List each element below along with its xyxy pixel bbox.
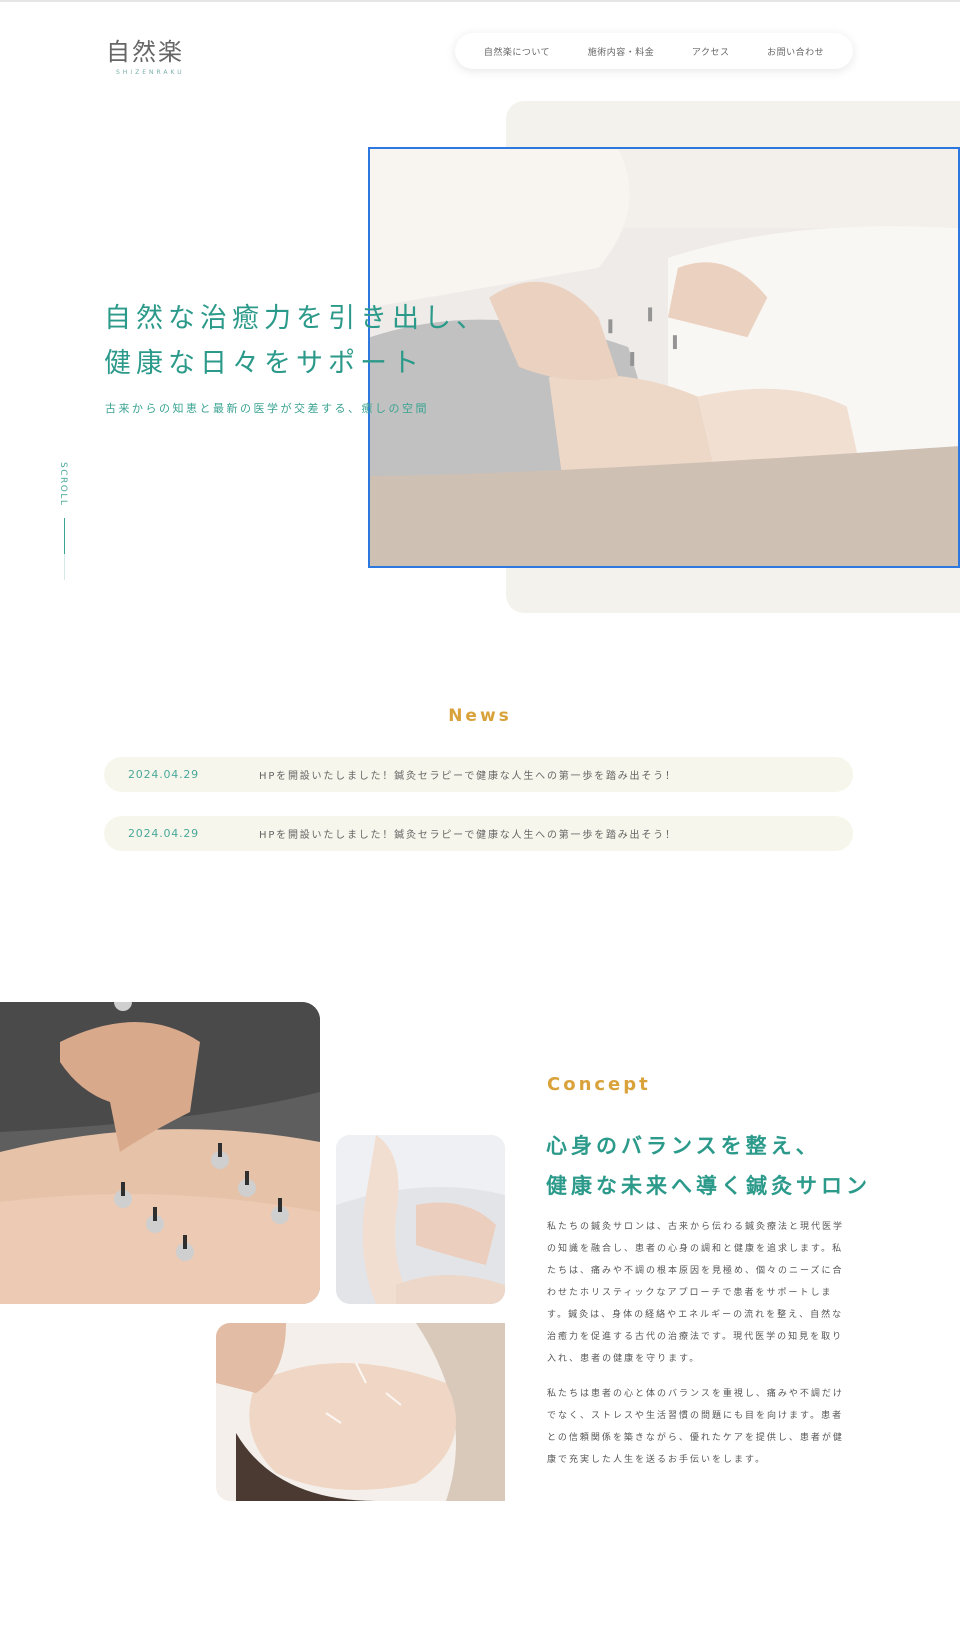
news-item[interactable]: 2024.04.29 HPを開設いたしました！鍼灸セラピーで健康な人生への第一歩…: [104, 816, 853, 851]
concept-paragraph-2: 私たちは患者の心と体のバランスを重視し、痛みや不調だけでなく、ストレスや生活習慣…: [547, 1389, 844, 1465]
concept-image-foot-acupuncture: [336, 1135, 505, 1304]
nav-item-treatment-price[interactable]: 施術内容・料金: [588, 45, 655, 58]
top-border: [0, 0, 960, 2]
concept-title: 心身のバランスを整え、 健康な未来へ導く鍼灸サロン: [546, 1126, 871, 1206]
concept-title-line1: 心身のバランスを整え、: [546, 1134, 821, 1158]
news-date: 2024.04.29: [128, 827, 199, 840]
scroll-indicator-label[interactable]: SCROLL: [58, 462, 68, 506]
hero-title: 自然な治癒力を引き出し、 健康な日々をサポート: [104, 296, 488, 386]
nav-item-contact[interactable]: お問い合わせ: [767, 45, 824, 58]
scroll-indicator-progress: [64, 518, 65, 554]
news-date: 2024.04.29: [128, 768, 199, 781]
concept-image-face-acupuncture: [216, 1323, 505, 1501]
main-nav: 自然楽について 施術内容・料金 アクセス お問い合わせ: [455, 33, 853, 69]
hero-subtitle: 古来からの知恵と最新の医学が交差する、癒しの空間: [105, 402, 429, 415]
concept-image-back-acupuncture: [0, 1002, 320, 1304]
concept-heading: Concept: [547, 1074, 651, 1095]
news-title: HPを開設いたしました！鍼灸セラピーで健康な人生への第一歩を踏み出そう！: [259, 830, 677, 841]
hero-title-line2: 健康な日々をサポート: [104, 348, 424, 379]
logo-text: 自然楽: [106, 38, 184, 66]
news-item[interactable]: 2024.04.29 HPを開設いたしました！鍼灸セラピーで健康な人生への第一歩…: [104, 757, 853, 792]
logo[interactable]: 自然楽 SHIZENRAKU: [106, 32, 185, 76]
news-title: HPを開設いたしました！鍼灸セラピーで健康な人生への第一歩を踏み出そう！: [259, 771, 677, 782]
nav-item-about[interactable]: 自然楽について: [484, 45, 550, 58]
concept-paragraph-1: 私たちの鍼灸サロンは、古来から伝わる鍼灸療法と現代医学の知識を融合し、患者の心身…: [547, 1222, 845, 1364]
hero-title-line1: 自然な治癒力を引き出し、: [104, 303, 488, 334]
news-heading: News: [448, 706, 512, 726]
nav-item-access[interactable]: アクセス: [692, 45, 730, 58]
logo-subtext: SHIZENRAKU: [116, 69, 185, 76]
concept-title-line2: 健康な未来へ導く鍼灸サロン: [546, 1174, 871, 1198]
